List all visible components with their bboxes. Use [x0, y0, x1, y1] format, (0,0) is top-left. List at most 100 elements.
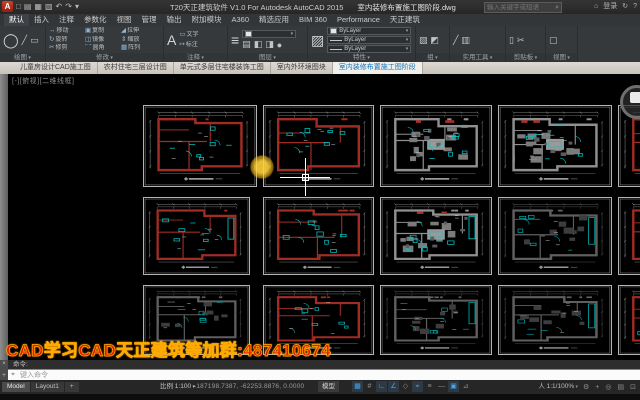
drawing-frame-2[interactable] — [380, 105, 492, 187]
drawing-frame-7[interactable] — [380, 197, 492, 275]
modify-tool-1[interactable]: ▣复制 — [85, 27, 121, 35]
panel-label-utils[interactable]: 实用工具 — [450, 53, 505, 62]
view-icon-0[interactable]: ▢ — [549, 35, 558, 46]
drawing-frame-0[interactable] — [143, 105, 257, 187]
ribbon-tab-10[interactable]: BIM 360 — [294, 14, 332, 26]
dynamic-input-icon[interactable]: ⊿ — [460, 381, 471, 392]
drawing-frame-5[interactable] — [143, 197, 250, 275]
layer-big-icon[interactable]: ≡ — [231, 28, 239, 52]
modify-tool-8[interactable]: ▦阵列 — [121, 44, 157, 52]
file-tab-3[interactable]: 室内外环境图块 — [271, 62, 333, 74]
layer-dropdown[interactable] — [242, 30, 296, 38]
annotate-big-icon[interactable]: A — [167, 28, 176, 52]
layer-icon-2[interactable]: ◨ — [265, 39, 274, 50]
layout-tab-2[interactable]: + — [65, 382, 79, 392]
customize-icon[interactable]: + — [2, 373, 6, 379]
ribbon-tab-11[interactable]: Performance — [332, 14, 385, 26]
draw-icon-0[interactable]: ╱ — [22, 35, 27, 46]
clip-icon-0[interactable]: ▯ — [509, 35, 514, 46]
redo-icon[interactable]: ↷ — [65, 1, 72, 12]
panel-label-view[interactable]: 视图 — [546, 53, 577, 62]
isodraft-icon[interactable]: ◇ — [400, 381, 411, 392]
grid-icon[interactable]: # — [364, 381, 375, 392]
scale-control[interactable]: 比例 1:100 — [160, 382, 195, 392]
file-tab-2[interactable]: 单元式多层住宅楼装饰工图 — [174, 62, 271, 74]
isolate-icon[interactable]: ◎ — [604, 382, 612, 393]
linetype-icon[interactable]: ≡ — [424, 381, 435, 392]
cycling-icon[interactable]: ▣ — [448, 381, 459, 392]
signin-button[interactable]: 登录 — [603, 2, 617, 12]
plot-icon[interactable]: ▧ — [45, 1, 53, 12]
lineweight-icon[interactable]: — — [436, 381, 447, 392]
ribbon-tab-2[interactable]: 注释 — [54, 14, 79, 26]
modify-tool-0[interactable]: ↔移动 — [49, 27, 85, 35]
new-icon[interactable]: □ — [16, 1, 21, 12]
group-icon-0[interactable]: ▧ — [419, 35, 428, 46]
draw-icon-1[interactable]: ▭ — [30, 35, 39, 46]
ortho-icon[interactable]: ∟ — [376, 381, 387, 392]
annotate-tool-0[interactable]: ▭文字 — [179, 31, 198, 39]
undo-icon[interactable]: ↶ — [56, 1, 63, 12]
modify-tool-2[interactable]: ◢拉伸 — [121, 27, 157, 35]
drawing-frame-9[interactable] — [618, 197, 640, 275]
close-icon[interactable]: × — [2, 361, 6, 367]
hardware-icon[interactable]: ▤ — [617, 382, 626, 393]
osnap-icon[interactable]: ⌖ — [412, 381, 423, 392]
ribbon-tab-1[interactable]: 插入 — [29, 14, 54, 26]
command-input-row[interactable]: ⌖ — [8, 369, 640, 380]
props-big-icon[interactable]: ▨ — [311, 28, 324, 52]
polar-icon[interactable]: ∠ — [388, 381, 399, 392]
ribbon-tab-5[interactable]: 管理 — [137, 14, 162, 26]
app-logo[interactable]: A — [2, 1, 13, 12]
drawing-frame-3[interactable] — [498, 105, 612, 187]
file-tab-4[interactable]: 室内装修布置施工图阶段 — [333, 62, 423, 74]
drawing-canvas[interactable]: [-][俯视][二维线框] — [8, 74, 640, 360]
drawing-frame-6[interactable] — [263, 197, 374, 275]
drawing-frame-1[interactable] — [263, 105, 374, 187]
panel-label-layer[interactable]: 图层 — [228, 53, 307, 62]
modify-tool-4[interactable]: ◫镜像 — [85, 36, 121, 44]
panel-label-clip[interactable]: 剪贴板 — [506, 53, 545, 62]
panel-label-modify[interactable]: 修改 — [46, 53, 163, 62]
ribbon-tab-3[interactable]: 参数化 — [79, 14, 112, 26]
command-input[interactable] — [18, 371, 640, 380]
snap-icon[interactable]: ▦ — [352, 381, 363, 392]
sync-icon[interactable]: ↻ — [622, 2, 628, 12]
help-icon[interactable]: ? — [633, 2, 637, 12]
settings-gear-icon[interactable]: ⚙ — [582, 382, 590, 393]
drawing-frame-12[interactable] — [380, 285, 492, 355]
layout-tab-1[interactable]: Layout1 — [31, 382, 64, 392]
layout-tab-0[interactable]: Model — [2, 382, 30, 392]
clip-icon-1[interactable]: ✂ — [517, 35, 525, 46]
draw-big-icon[interactable]: ◯ — [3, 28, 19, 52]
ribbon-tab-7[interactable]: 附加模块 — [187, 14, 227, 26]
drawing-frame-14[interactable] — [618, 285, 640, 355]
property-dropdown-0[interactable]: ByLayer — [327, 27, 411, 35]
group-icon-1[interactable]: ◩ — [431, 35, 440, 46]
file-tab-1[interactable]: 农村住宅三层设计图 — [98, 62, 174, 74]
panel-label-group[interactable]: 组 — [416, 53, 449, 62]
viewport-controls[interactable]: [-][俯视][二维线框] — [12, 76, 75, 86]
workspace-dropdown-icon[interactable]: ▾ — [75, 1, 79, 12]
search-input[interactable] — [485, 4, 555, 11]
annotation-scale-control[interactable]: 人 1:1/100% — [538, 381, 578, 393]
layer-icon-0[interactable]: ▤ — [242, 39, 251, 50]
ribbon-tab-12[interactable]: 天正建筑 — [385, 14, 425, 26]
annotate-tool-1[interactable]: ↦标注 — [179, 41, 198, 49]
ribbon-tab-4[interactable]: 视图 — [112, 14, 137, 26]
ribbon-tab-8[interactable]: A360 — [227, 14, 255, 26]
modify-tool-3[interactable]: ↻旋转 — [49, 36, 85, 44]
clean-screen-icon[interactable]: ⊡ — [629, 382, 637, 393]
utils-icon-0[interactable]: ╱ — [453, 35, 458, 46]
file-tab-0[interactable]: 儿童房设计CAD施工图 — [14, 62, 98, 74]
property-dropdown-2[interactable]: ByLayer — [327, 45, 411, 53]
model-space-button[interactable]: 模型 — [318, 381, 339, 392]
drawing-frame-13[interactable] — [498, 285, 612, 355]
help-search[interactable]: ⌕ — [484, 2, 562, 13]
panel-label-annotate[interactable]: 注释 — [164, 53, 227, 62]
modify-tool-7[interactable]: ⌒圆角 — [85, 44, 121, 52]
add-icon[interactable]: + — [594, 382, 600, 393]
layer-icon-3[interactable]: ● — [277, 40, 282, 50]
utils-icon-1[interactable]: ▥ — [461, 35, 470, 46]
property-dropdown-1[interactable]: ByLayer — [327, 36, 411, 44]
